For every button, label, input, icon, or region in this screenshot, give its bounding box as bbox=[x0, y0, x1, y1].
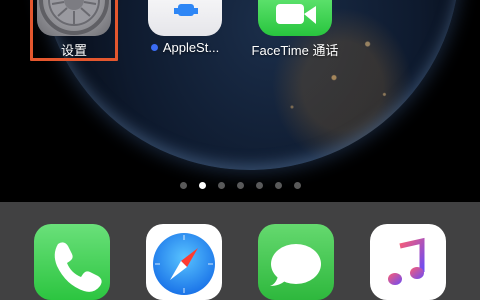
app-label-appstore: AppleSt... bbox=[162, 40, 220, 55]
page-dot bbox=[236, 182, 244, 189]
dock bbox=[0, 202, 480, 300]
safari-compass-icon bbox=[153, 233, 215, 295]
app-appstore[interactable]: AppleSt... bbox=[140, 0, 230, 62]
app-label-facetime: FaceTime 通话 bbox=[251, 43, 339, 58]
phone-icon bbox=[54, 242, 102, 292]
new-badge-dot bbox=[150, 44, 158, 51]
messages-bubble-icon bbox=[270, 244, 321, 286]
app-store-icon bbox=[148, 0, 222, 36]
dock-app-safari[interactable] bbox=[146, 224, 222, 300]
page-indicator[interactable] bbox=[0, 182, 480, 189]
dock-app-phone[interactable] bbox=[34, 224, 110, 300]
page-dot bbox=[217, 182, 225, 189]
page-dot bbox=[274, 182, 282, 189]
home-screen: 设置 AppleSt... FaceTime 通话 bbox=[0, 0, 480, 300]
page-dot bbox=[293, 182, 301, 189]
dock-app-music[interactable] bbox=[370, 224, 446, 300]
page-dot bbox=[179, 182, 187, 189]
page-dot-active bbox=[198, 182, 206, 189]
music-note-icon bbox=[388, 237, 425, 285]
dock-app-messages[interactable] bbox=[258, 224, 334, 300]
page-dot bbox=[255, 182, 263, 189]
app-facetime[interactable]: FaceTime 通话 bbox=[250, 0, 340, 62]
settings-highlight-box bbox=[30, 0, 118, 61]
facetime-camera-icon bbox=[258, 0, 332, 36]
